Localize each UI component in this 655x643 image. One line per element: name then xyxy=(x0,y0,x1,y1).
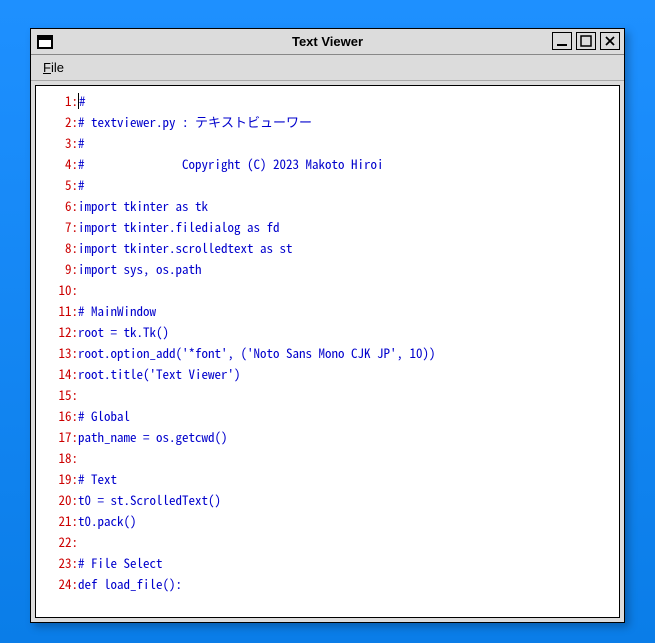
code-text: # xyxy=(79,91,86,110)
menubar: File xyxy=(31,55,624,81)
code-line: 12:root = tk.Tk() xyxy=(36,321,619,342)
line-number: 11: xyxy=(36,300,78,321)
line-number: 8: xyxy=(36,237,78,258)
code-text: t0.pack() xyxy=(78,511,137,530)
line-number: 13: xyxy=(36,342,78,363)
line-number: 16: xyxy=(36,405,78,426)
line-number: 21: xyxy=(36,510,78,531)
code-text: import tkinter as tk xyxy=(78,196,208,215)
code-text: import tkinter.filedialog as fd xyxy=(78,217,280,236)
line-number: 15: xyxy=(36,384,78,405)
code-line: 3:# xyxy=(36,132,619,153)
code-line: 21:t0.pack() xyxy=(36,510,619,531)
titlebar[interactable]: Text Viewer xyxy=(31,29,624,55)
line-number: 4: xyxy=(36,153,78,174)
app-window: Text Viewer File 1:#2:# textviewer.py : … xyxy=(30,28,625,623)
code-line: 1:# xyxy=(36,90,619,111)
code-line: 9:import sys, os.path xyxy=(36,258,619,279)
text-cursor xyxy=(78,93,79,109)
text-viewer[interactable]: 1:#2:# textviewer.py : テキストビューワー3:#4:# C… xyxy=(35,85,620,618)
content-area: 1:#2:# textviewer.py : テキストビューワー3:#4:# C… xyxy=(31,81,624,622)
line-number: 23: xyxy=(36,552,78,573)
line-number: 19: xyxy=(36,468,78,489)
code-line: 15: xyxy=(36,384,619,405)
code-text: # xyxy=(78,175,85,194)
code-text: import sys, os.path xyxy=(78,259,202,278)
code-line: 4:# Copyright (C) 2023 Makoto Hiroi xyxy=(36,153,619,174)
line-number: 3: xyxy=(36,132,78,153)
code-text: # MainWindow xyxy=(78,301,156,320)
line-number: 10: xyxy=(36,279,78,300)
code-line: 2:# textviewer.py : テキストビューワー xyxy=(36,111,619,132)
line-number: 2: xyxy=(36,111,78,132)
code-line: 19:# Text xyxy=(36,468,619,489)
code-line: 5:# xyxy=(36,174,619,195)
code-line: 18: xyxy=(36,447,619,468)
code-text: import tkinter.scrolledtext as st xyxy=(78,238,293,257)
line-number: 9: xyxy=(36,258,78,279)
code-line: 24:def load_file(): xyxy=(36,573,619,594)
code-text: # File Select xyxy=(78,553,163,572)
code-line: 13:root.option_add('*font', ('Noto Sans … xyxy=(36,342,619,363)
code-line: 17:path_name = os.getcwd() xyxy=(36,426,619,447)
code-line: 8:import tkinter.scrolledtext as st xyxy=(36,237,619,258)
maximize-button[interactable] xyxy=(576,32,596,50)
code-text: # Global xyxy=(78,406,130,425)
line-number: 12: xyxy=(36,321,78,342)
code-line: 7:import tkinter.filedialog as fd xyxy=(36,216,619,237)
code-text: # Copyright (C) 2023 Makoto Hiroi xyxy=(78,154,384,173)
code-text: path_name = os.getcwd() xyxy=(78,427,228,446)
code-line: 10: xyxy=(36,279,619,300)
minimize-button[interactable] xyxy=(552,32,572,50)
code-line: 14:root.title('Text Viewer') xyxy=(36,363,619,384)
close-button[interactable] xyxy=(600,32,620,50)
code-text: # textviewer.py : テキストビューワー xyxy=(78,112,312,131)
line-number: 7: xyxy=(36,216,78,237)
code-line: 20:t0 = st.ScrolledText() xyxy=(36,489,619,510)
line-number: 6: xyxy=(36,195,78,216)
code-text: # xyxy=(78,133,85,152)
app-icon xyxy=(37,35,53,49)
close-icon xyxy=(604,35,616,47)
line-number: 17: xyxy=(36,426,78,447)
code-text: root.option_add('*font', ('Noto Sans Mon… xyxy=(78,343,436,362)
line-number: 1: xyxy=(36,90,78,111)
code-text: # Text xyxy=(78,469,117,488)
maximize-icon xyxy=(580,35,592,47)
line-number: 14: xyxy=(36,363,78,384)
menu-file[interactable]: File xyxy=(39,58,68,77)
minimize-icon xyxy=(556,35,568,47)
line-number: 24: xyxy=(36,573,78,594)
code-line: 6:import tkinter as tk xyxy=(36,195,619,216)
code-text: root.title('Text Viewer') xyxy=(78,364,241,383)
window-controls xyxy=(552,32,620,50)
line-number: 20: xyxy=(36,489,78,510)
code-line: 16:# Global xyxy=(36,405,619,426)
code-text: def load_file(): xyxy=(78,574,182,593)
line-number: 18: xyxy=(36,447,78,468)
line-number: 22: xyxy=(36,531,78,552)
code-text: t0 = st.ScrolledText() xyxy=(78,490,221,509)
code-text: root = tk.Tk() xyxy=(78,322,169,341)
code-line: 22: xyxy=(36,531,619,552)
code-line: 23:# File Select xyxy=(36,552,619,573)
code-line: 11:# MainWindow xyxy=(36,300,619,321)
window-title: Text Viewer xyxy=(31,34,624,49)
line-number: 5: xyxy=(36,174,78,195)
